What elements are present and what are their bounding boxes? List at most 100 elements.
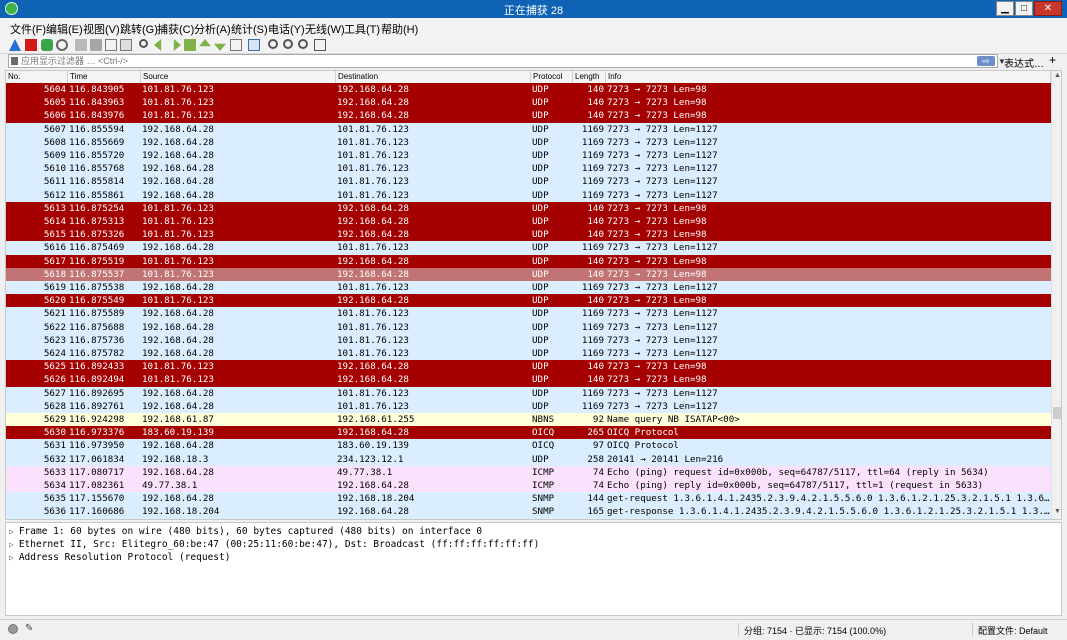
packet-length: 1169	[581, 348, 604, 359]
packet-source: 192.168.64.28	[142, 466, 214, 478]
expression-button[interactable]: 表达式…	[1004, 55, 1044, 70]
packet-row[interactable]: 5621 116.875589 192.168.64.28 101.81.76.123…	[6, 307, 1051, 321]
packet-row[interactable]: 5605 116.843963 101.81.76.123 192.168.64.28…	[6, 96, 1051, 110]
column-source[interactable]: Source	[141, 71, 336, 83]
packet-row[interactable]: 5606 116.843976 101.81.76.123 192.168.64.28…	[6, 109, 1051, 123]
packet-row[interactable]: 5620 116.875549 101.81.76.123 192.168.64.28…	[6, 294, 1051, 308]
packet-row[interactable]: 5617 116.875519 101.81.76.123 192.168.64.28…	[6, 254, 1051, 268]
packet-row[interactable]: 5627 116.892695 192.168.64.28 101.81.76.123…	[6, 386, 1051, 400]
packet-row[interactable]: 5634 117.082361 49.77.38.1 192.168.64.28 ICM…	[6, 479, 1051, 493]
expand-arrow-icon[interactable]: ▷	[9, 540, 14, 549]
packet-row[interactable]: 5631 116.973950 192.168.64.28 183.60.19.139…	[6, 439, 1051, 453]
close-button[interactable]: ✕	[1034, 1, 1062, 16]
packet-row[interactable]: 5635 117.155670 192.168.64.28 192.168.18.20…	[6, 492, 1051, 506]
menu-tools[interactable]: 工具(T)	[344, 21, 380, 37]
expand-arrow-icon[interactable]: ▷	[9, 553, 14, 562]
packet-row[interactable]: 5615 116.875326 101.81.76.123 192.168.64.28…	[6, 228, 1051, 242]
capture-status-icon[interactable]	[8, 624, 18, 634]
packet-row[interactable]: 5630 116.973376 183.60.19.139 192.168.64.28…	[6, 426, 1051, 440]
packet-row[interactable]: 5632 117.061834 192.168.18.3 234.123.12.1 UD…	[6, 452, 1051, 466]
menu-edit[interactable]: 编辑(E)	[46, 21, 83, 37]
packet-row[interactable]: 5629 116.924298 192.168.61.87 192.168.61.25…	[6, 413, 1051, 427]
packet-row[interactable]: 5622 116.875688 192.168.64.28 101.81.76.123…	[6, 320, 1051, 334]
packet-row[interactable]: 5628 116.892761 192.168.64.28 101.81.76.123…	[6, 399, 1051, 413]
column-length[interactable]: Length	[573, 71, 606, 83]
detail-ethernet[interactable]: ▷ Ethernet II, Src: Elitegro_60:be:47 (00…	[9, 539, 539, 550]
save-file-icon[interactable]	[90, 39, 102, 51]
packet-row[interactable]: 5607 116.855594 192.168.64.28 101.81.76.123…	[6, 122, 1051, 136]
last-packet-icon[interactable]	[214, 43, 226, 51]
packet-row[interactable]: 5619 116.875538 192.168.64.28 101.81.76.123…	[6, 281, 1051, 295]
menu-view[interactable]: 视图(V)	[83, 21, 120, 37]
column-protocol[interactable]: Protocol	[531, 71, 573, 83]
shark-fin-icon[interactable]	[9, 39, 21, 51]
profile-label[interactable]: 配置文件: Default	[978, 624, 1048, 637]
packet-row[interactable]: 5608 116.855669 192.168.64.28 101.81.76.123…	[6, 135, 1051, 149]
go-to-packet-icon[interactable]	[184, 39, 196, 51]
packet-row[interactable]: 5618 116.875537 101.81.76.123 192.168.64.28…	[6, 267, 1051, 281]
forward-arrow-icon[interactable]	[173, 39, 181, 51]
packet-list-scrollbar[interactable]: ▲ ▼	[1051, 71, 1061, 519]
find-icon[interactable]	[139, 39, 148, 48]
scrollbar-thumb[interactable]	[1053, 407, 1061, 419]
packet-time: 116.855861	[69, 189, 125, 201]
reload-icon[interactable]	[120, 39, 132, 51]
apply-filter-button[interactable]: ⇨	[977, 56, 995, 66]
packet-row[interactable]: 5610 116.855768 192.168.64.28 101.81.76.123…	[6, 162, 1051, 176]
display-filter-bar: 应用显示过滤器 … <Ctrl-/> ⇨ ▼ 表达式… +	[0, 53, 1067, 70]
scroll-down-icon[interactable]: ▼	[1054, 508, 1061, 515]
expand-arrow-icon[interactable]: ▷	[9, 527, 14, 536]
first-packet-icon[interactable]	[199, 39, 211, 47]
zoom-in-icon[interactable]	[268, 39, 278, 49]
menu-go[interactable]: 跳转(G)	[120, 21, 158, 37]
menu-telephony[interactable]: 电话(Y)	[268, 21, 305, 37]
detail-arp-text: Address Resolution Protocol (request)	[18, 552, 231, 563]
add-filter-button[interactable]: +	[1049, 53, 1056, 67]
column-info[interactable]: Info	[606, 71, 1051, 83]
zoom-out-icon[interactable]	[283, 39, 293, 49]
packet-row[interactable]: 5613 116.875254 101.81.76.123 192.168.64.28…	[6, 201, 1051, 215]
detail-frame[interactable]: ▷ Frame 1: 60 bytes on wire (480 bits), 6…	[9, 526, 482, 537]
display-filter-input[interactable]: 应用显示过滤器 … <Ctrl-/> ⇨ ▼	[8, 54, 1006, 68]
packet-row[interactable]: 5623 116.875736 192.168.64.28 101.81.76.123…	[6, 333, 1051, 347]
menu-capture[interactable]: 捕获(C)	[157, 21, 194, 37]
packet-row[interactable]: 5611 116.855814 192.168.64.28 101.81.76.123…	[6, 175, 1051, 189]
options-gear-icon[interactable]	[56, 39, 68, 51]
scroll-up-icon[interactable]: ▲	[1054, 72, 1061, 79]
packet-row[interactable]: 5616 116.875469 192.168.64.28 101.81.76.123…	[6, 241, 1051, 255]
menu-wireless[interactable]: 无线(W)	[305, 21, 345, 37]
menu-analyze[interactable]: 分析(A)	[194, 21, 231, 37]
packet-row[interactable]: 5626 116.892494 101.81.76.123 192.168.64.28…	[6, 373, 1051, 387]
packet-row[interactable]: 5604 116.843905 101.81.76.123 192.168.64.28…	[6, 83, 1051, 97]
colorize-icon[interactable]	[248, 39, 260, 51]
autoscroll-icon[interactable]	[230, 39, 242, 51]
detail-arp[interactable]: ▷ Address Resolution Protocol (request)	[9, 552, 230, 563]
menu-statistics[interactable]: 统计(S)	[231, 21, 268, 37]
packet-row[interactable]: 5633 117.080717 192.168.64.28 49.77.38.1 ICM…	[6, 465, 1051, 479]
packet-destination: 101.81.76.123	[337, 334, 409, 346]
minimize-button[interactable]: ▁	[996, 1, 1014, 16]
zoom-normal-icon[interactable]	[298, 39, 308, 49]
menu-help[interactable]: 帮助(H)	[381, 21, 418, 37]
column-destination[interactable]: Destination	[336, 71, 531, 83]
stop-icon[interactable]	[25, 39, 37, 51]
packet-row[interactable]: 5624 116.875782 192.168.64.28 101.81.76.123…	[6, 347, 1051, 361]
packet-list[interactable]: No. Time Source Destination Protocol Len…	[5, 70, 1062, 520]
back-arrow-icon[interactable]	[154, 39, 162, 51]
column-no[interactable]: No.	[6, 71, 68, 83]
restart-icon[interactable]	[41, 39, 53, 51]
close-file-icon[interactable]	[105, 39, 117, 51]
bookmark-icon[interactable]	[11, 57, 18, 65]
column-time[interactable]: Time	[68, 71, 141, 83]
open-file-icon[interactable]	[75, 39, 87, 51]
edit-comment-icon[interactable]: ✎	[25, 623, 33, 634]
menu-file[interactable]: 文件(F)	[10, 21, 46, 37]
packet-row[interactable]: 5614 116.875313 101.81.76.123 192.168.64.28…	[6, 215, 1051, 229]
packet-row[interactable]: 5612 116.855861 192.168.64.28 101.81.76.123…	[6, 188, 1051, 202]
maximize-button[interactable]: □	[1015, 1, 1033, 16]
packet-row[interactable]: 5609 116.855720 192.168.64.28 101.81.76.123…	[6, 149, 1051, 163]
packet-row[interactable]: 5636 117.160686 192.168.18.204 192.168.64.2…	[6, 505, 1051, 519]
packet-destination: 192.168.64.28	[337, 295, 409, 307]
resize-columns-icon[interactable]	[314, 39, 326, 51]
packet-row[interactable]: 5625 116.892433 101.81.76.123 192.168.64.28…	[6, 360, 1051, 374]
